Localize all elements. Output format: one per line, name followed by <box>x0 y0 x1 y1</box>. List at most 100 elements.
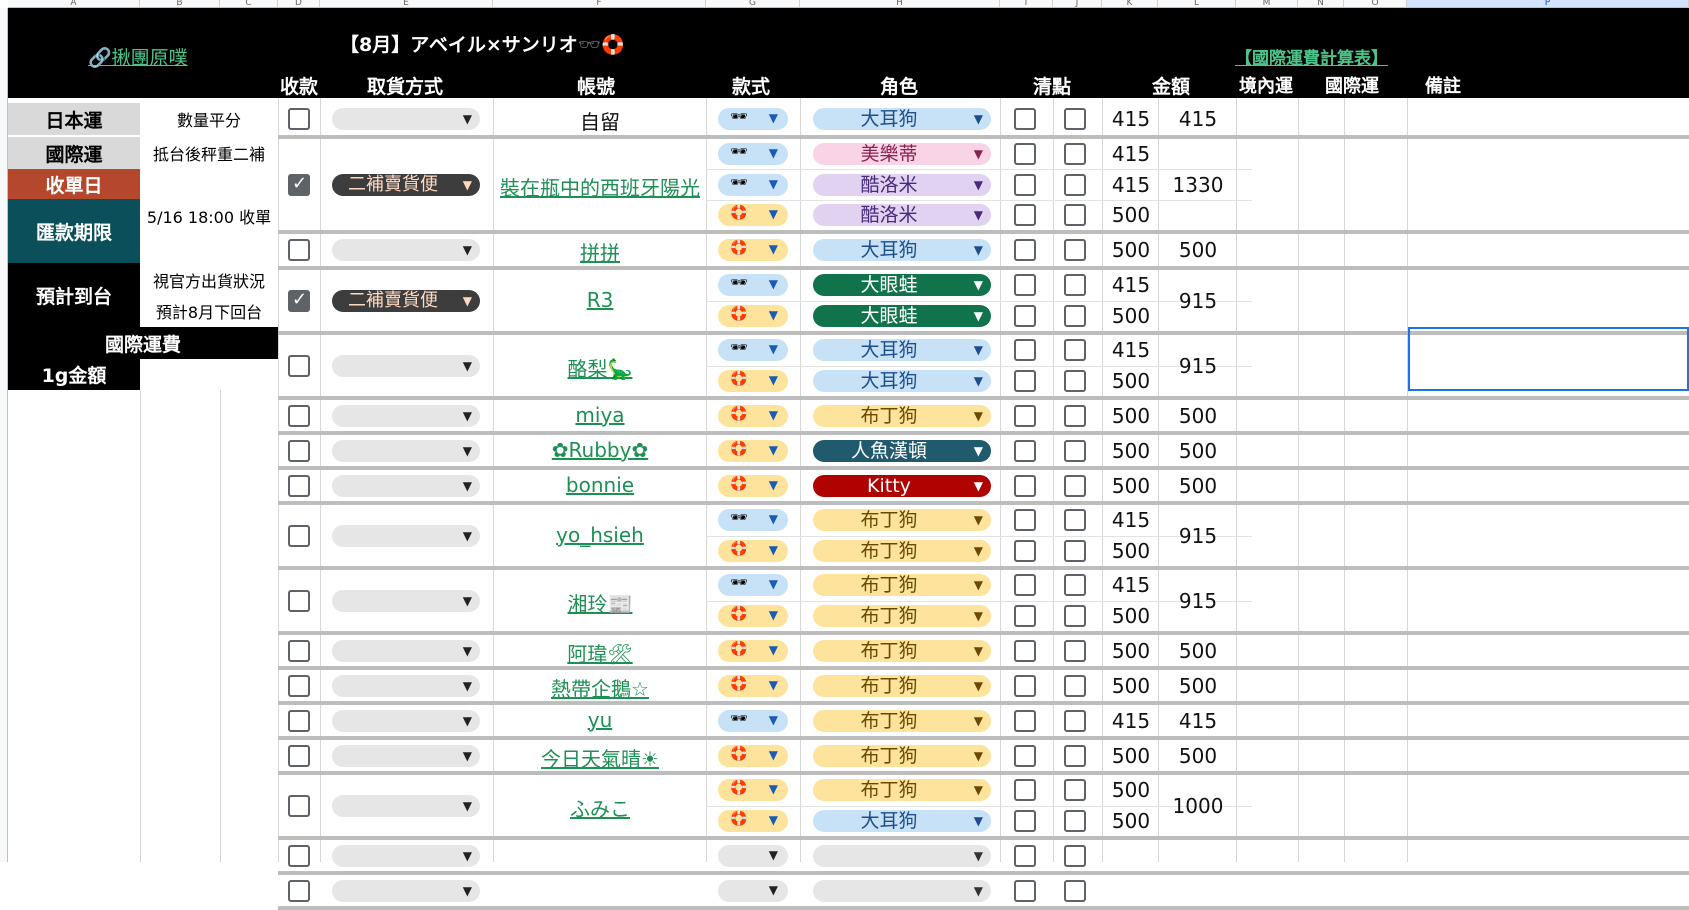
style-dropdown[interactable]: 🕶 ▼ <box>718 339 788 362</box>
check-box-2[interactable] <box>1064 709 1086 732</box>
check-box-2[interactable] <box>1064 574 1086 597</box>
pickup-dropdown[interactable]: ▼ <box>332 674 480 697</box>
paid-checkbox[interactable] <box>288 639 310 662</box>
column-header-F[interactable]: F <box>493 0 706 8</box>
account-name[interactable]: ✿Rubby✿ <box>494 438 706 462</box>
check-box-1[interactable] <box>1014 108 1036 130</box>
paid-checkbox[interactable] <box>288 589 310 612</box>
paid-checkbox[interactable] <box>288 674 310 697</box>
check-box-2[interactable] <box>1064 203 1086 226</box>
character-dropdown[interactable]: 布丁狗 ▼ <box>813 539 991 562</box>
account-name[interactable]: 裝在瓶中的西班牙陽光 <box>494 172 706 201</box>
column-header-D[interactable]: D <box>278 0 320 8</box>
character-dropdown[interactable]: 大耳狗 ▼ <box>813 809 991 832</box>
style-dropdown[interactable]: 🛟 ▼ <box>718 539 788 562</box>
pickup-dropdown[interactable]: ▼ <box>332 794 480 817</box>
check-box-1[interactable] <box>1014 744 1036 767</box>
character-dropdown[interactable]: 布丁狗 ▼ <box>813 604 991 627</box>
column-header-O[interactable]: O <box>1344 0 1407 8</box>
pickup-dropdown[interactable]: ▼ <box>332 474 480 497</box>
style-dropdown[interactable]: 🛟 ▼ <box>718 369 788 392</box>
character-dropdown[interactable]: 布丁狗 ▼ <box>813 779 991 802</box>
account-name[interactable]: miya <box>494 403 706 427</box>
style-dropdown[interactable]: 🛟 ▼ <box>718 239 788 261</box>
account-name[interactable]: 酪梨🦕 <box>494 353 706 382</box>
selected-cell[interactable] <box>1408 327 1689 391</box>
character-dropdown[interactable]: 大耳狗 ▼ <box>813 108 991 130</box>
check-box-2[interactable] <box>1064 639 1086 662</box>
character-dropdown[interactable]: 布丁狗 ▼ <box>813 744 991 767</box>
column-header-M[interactable]: M <box>1236 0 1298 8</box>
style-dropdown[interactable]: 🕶 ▼ <box>718 709 788 732</box>
paid-checkbox[interactable] <box>288 794 310 817</box>
pickup-dropdown[interactable]: ▼ <box>332 589 480 612</box>
character-dropdown[interactable]: 布丁狗 ▼ <box>813 404 991 427</box>
column-header-G[interactable]: G <box>706 0 800 8</box>
column-header-I[interactable]: I <box>1000 0 1053 8</box>
check-box-2[interactable] <box>1064 239 1086 261</box>
account-name[interactable]: yu <box>494 708 706 732</box>
style-dropdown[interactable]: 🕶 ▼ <box>718 274 788 297</box>
style-dropdown[interactable]: 🛟 ▼ <box>718 404 788 427</box>
shipping-calculator-link[interactable]: 【國際運費計算表】 <box>1235 44 1388 69</box>
pickup-dropdown[interactable]: ▼ <box>332 108 480 130</box>
check-box-2[interactable] <box>1064 779 1086 802</box>
check-box-2[interactable] <box>1064 539 1086 562</box>
column-header-H[interactable]: H <box>800 0 1000 8</box>
check-box-1[interactable] <box>1014 809 1036 832</box>
character-dropdown[interactable]: 酷洛米 ▼ <box>813 173 991 196</box>
character-dropdown[interactable]: 大耳狗 ▼ <box>813 339 991 362</box>
account-name[interactable]: 阿瑋🛠 <box>494 638 706 667</box>
check-box-1[interactable] <box>1014 369 1036 392</box>
column-header-N[interactable]: N <box>1298 0 1344 8</box>
column-header-L[interactable]: L <box>1158 0 1236 8</box>
character-dropdown[interactable]: 美樂蒂 ▼ <box>813 143 991 166</box>
pickup-dropdown[interactable]: ▼ <box>332 524 480 547</box>
paid-checkbox[interactable] <box>288 744 310 767</box>
paid-checkbox[interactable] <box>288 404 310 427</box>
character-dropdown[interactable]: 酷洛米 ▼ <box>813 203 991 226</box>
pickup-dropdown[interactable]: ▼ <box>332 439 480 462</box>
check-box-2[interactable] <box>1064 674 1086 697</box>
account-name[interactable]: 熱帶企鵝☆ <box>494 673 706 702</box>
style-dropdown[interactable]: 🕶 ▼ <box>718 509 788 532</box>
account-name[interactable]: R3 <box>494 288 706 312</box>
character-dropdown[interactable]: 布丁狗 ▼ <box>813 709 991 732</box>
style-dropdown[interactable]: 🛟 ▼ <box>718 304 788 327</box>
style-dropdown[interactable]: 🛟 ▼ <box>718 639 788 662</box>
check-box-1[interactable] <box>1014 239 1036 261</box>
check-box-2[interactable] <box>1064 339 1086 362</box>
character-dropdown[interactable]: 大耳狗 ▼ <box>813 239 991 261</box>
check-box-1[interactable] <box>1014 574 1036 597</box>
check-box-2[interactable] <box>1064 744 1086 767</box>
character-dropdown[interactable]: 人魚漢頓 ▼ <box>813 439 991 462</box>
check-box-1[interactable] <box>1014 539 1036 562</box>
check-box-1[interactable] <box>1014 604 1036 627</box>
column-header-K[interactable]: K <box>1102 0 1158 8</box>
paid-checkbox[interactable] <box>288 354 310 377</box>
check-box-2[interactable] <box>1064 509 1086 532</box>
style-dropdown[interactable]: ▼ <box>718 879 788 902</box>
pickup-dropdown[interactable]: 二補賣貨便 ▼ <box>332 289 480 312</box>
column-header-P[interactable]: P <box>1407 0 1689 8</box>
paid-checkbox[interactable] <box>288 844 310 867</box>
style-dropdown[interactable]: 🛟 ▼ <box>718 674 788 697</box>
character-dropdown[interactable]: 大眼蛙 ▼ <box>813 304 991 327</box>
character-dropdown[interactable]: 布丁狗 ▼ <box>813 574 991 597</box>
account-name[interactable]: bonnie <box>494 473 706 497</box>
check-box-1[interactable] <box>1014 879 1036 902</box>
character-dropdown[interactable]: 布丁狗 ▼ <box>813 639 991 662</box>
column-header-C[interactable]: C <box>220 0 278 8</box>
paid-checkbox[interactable] <box>288 173 310 196</box>
style-dropdown[interactable]: 🕶 ▼ <box>718 574 788 597</box>
check-box-1[interactable] <box>1014 709 1036 732</box>
character-dropdown[interactable]: 布丁狗 ▼ <box>813 674 991 697</box>
column-header-A[interactable]: A <box>8 0 140 8</box>
character-dropdown[interactable]: ▼ <box>813 844 991 867</box>
check-box-2[interactable] <box>1064 604 1086 627</box>
paid-checkbox[interactable] <box>288 709 310 732</box>
paid-checkbox[interactable] <box>288 474 310 497</box>
check-box-1[interactable] <box>1014 173 1036 196</box>
check-box-1[interactable] <box>1014 274 1036 297</box>
check-box-2[interactable] <box>1064 439 1086 462</box>
